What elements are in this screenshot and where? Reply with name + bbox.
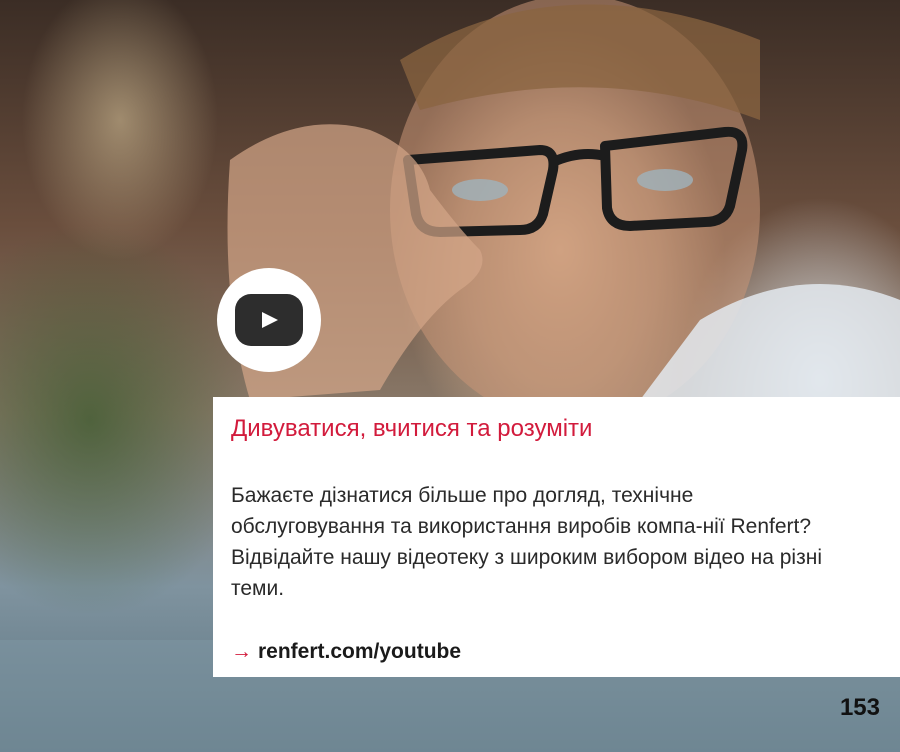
left-eye-shape <box>452 179 508 201</box>
page-number: 153 <box>839 694 880 721</box>
info-card: Дивуватися, вчитися та розуміти Бажаєте … <box>213 397 900 677</box>
arrow-right-icon: → <box>231 640 252 663</box>
youtube-link[interactable]: → renfert.com/youtube <box>231 640 461 664</box>
card-title: Дивуватися, вчитися та розуміти <box>231 415 593 442</box>
youtube-play-icon[interactable] <box>217 268 321 372</box>
youtube-link-text[interactable]: renfert.com/youtube <box>258 640 461 663</box>
right-eye-shape <box>637 169 693 191</box>
card-body-text: Бажаєте дізнатися більше про догляд, тех… <box>231 484 822 600</box>
brochure-page: Дивуватися, вчитися та розуміти Бажаєте … <box>0 0 900 752</box>
